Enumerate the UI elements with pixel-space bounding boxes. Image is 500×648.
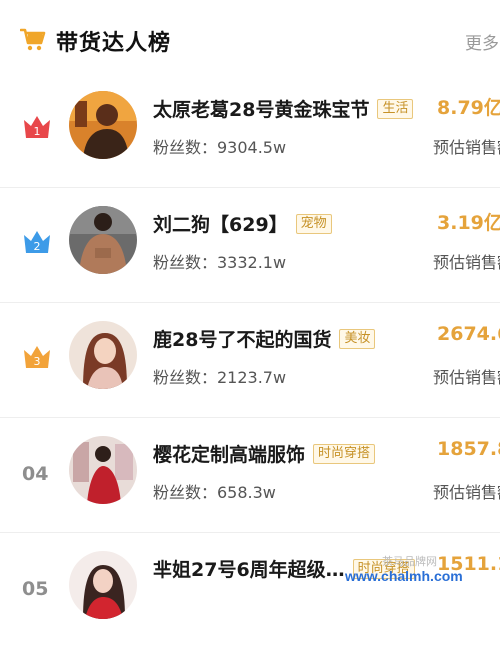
fans-count: 粉丝数：2123.7w	[153, 368, 287, 387]
avatar[interactable]	[69, 91, 137, 159]
list-item[interactable]: 04 樱花定制高端服饰 时尚穿搭 粉丝数：658.3w 1857.8 预估销售额	[0, 418, 500, 533]
sales-label: 预估销售额	[433, 368, 500, 387]
list-item[interactable]: 1 太原老葛28号黄金珠宝节 生活 粉丝数：9304.5w 8.79亿 预估销售…	[0, 73, 500, 188]
sales-value: 2674.6	[437, 323, 500, 345]
cart-icon	[20, 28, 46, 51]
category-tag: 美妆	[339, 328, 376, 349]
fans-count: 粉丝数：9304.5w	[153, 138, 287, 157]
rank-number: 3	[34, 355, 41, 368]
sales-value: 1857.8	[437, 438, 500, 460]
avatar[interactable]	[69, 206, 137, 274]
rank-number: 2	[34, 240, 41, 253]
streamer-name: 鹿28号了不起的国货	[153, 329, 332, 351]
list-item[interactable]: 2 刘二狗【629】 宠物 粉丝数：3332.1w 3.19亿 预估销售额	[0, 188, 500, 303]
streamer-name: 太原老葛28号黄金珠宝节	[153, 99, 370, 121]
more-link[interactable]: 更多	[465, 29, 499, 54]
watermark-subtext: 茶马品牌网	[382, 555, 437, 568]
page-title: 带货达人榜	[56, 31, 172, 56]
category-tag: 时尚穿搭	[313, 443, 376, 464]
sales-value: 3.19亿	[437, 212, 500, 234]
crown-icon: 3	[24, 346, 50, 368]
fans-count: 粉丝数：658.3w	[153, 483, 276, 502]
rank-number: 04	[22, 463, 49, 485]
sales-label: 预估销售额	[433, 483, 500, 502]
avatar[interactable]	[69, 551, 137, 619]
category-tag: 生活	[377, 98, 414, 119]
leaderboard-header: 带货达人榜 更多	[0, 0, 500, 82]
rank-number: 1	[34, 125, 41, 138]
category-tag: 宠物	[295, 213, 332, 234]
streamer-name: 刘二狗【629】	[153, 214, 288, 236]
sales-label: 预估销售额	[433, 138, 500, 157]
avatar[interactable]	[69, 436, 137, 504]
sales-value: 8.79亿	[437, 97, 500, 119]
list-item[interactable]: 05 芈姐27号6周年超级… 时尚穿搭 1511.1	[0, 533, 500, 648]
crown-icon: 1	[24, 116, 50, 138]
list-item[interactable]: 3 鹿28号了不起的国货 美妆 粉丝数：2123.7w 2674.6 预估销售额	[0, 303, 500, 418]
avatar[interactable]	[69, 321, 137, 389]
crown-icon: 2	[24, 231, 50, 253]
fans-count: 粉丝数：3332.1w	[153, 253, 287, 272]
streamer-name: 芈姐27号6周年超级…	[153, 559, 345, 581]
streamer-name: 樱花定制高端服饰	[153, 444, 306, 466]
sales-label: 预估销售额	[433, 253, 500, 272]
rank-number: 05	[22, 578, 49, 600]
watermark: www.chalmh.com	[345, 568, 463, 584]
